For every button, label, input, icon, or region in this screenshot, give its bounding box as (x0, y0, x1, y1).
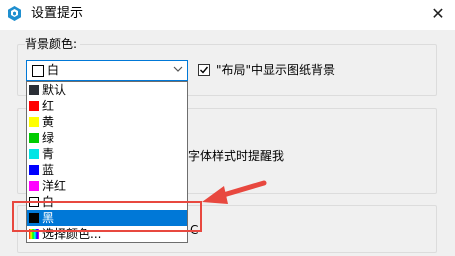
color-swatch (29, 117, 39, 127)
color-swatch (29, 181, 39, 191)
dropdown-item-blue[interactable]: 蓝 (27, 162, 187, 178)
dropdown-item-label: 青 (42, 147, 55, 161)
dropdown-item-label: 蓝 (42, 163, 55, 177)
dropdown-item-label: 红 (42, 99, 55, 113)
dropdown-item-label: 洋红 (42, 179, 67, 193)
window-title: 设置提示 (31, 6, 84, 21)
annotation-arrow-icon (198, 180, 268, 213)
title-bar: 设置提示 ✕ (0, 0, 455, 30)
close-icon[interactable]: ✕ (427, 3, 449, 25)
font-warning-option-text: 失字体样式时提醒我 (176, 149, 285, 163)
dropdown-item-cyan[interactable]: 青 (27, 146, 187, 162)
annotation-highlight-box (12, 201, 202, 232)
color-swatch (29, 101, 39, 111)
show-drawing-background-checkbox[interactable] (198, 64, 210, 76)
show-drawing-background-label: "布局"中显示图纸背景 (216, 63, 336, 77)
dropdown-item-yellow[interactable]: 黄 (27, 114, 187, 130)
dropdown-item-red[interactable]: 红 (27, 98, 187, 114)
dropdown-item-label: 黄 (42, 115, 55, 129)
selected-color-swatch (32, 65, 44, 77)
color-swatch (29, 85, 39, 95)
background-color-label: 背景颜色: (25, 36, 81, 52)
app-logo-icon (6, 5, 23, 22)
dropdown-item-green[interactable]: 绿 (27, 130, 187, 146)
dropdown-item-default[interactable]: 默认 (27, 82, 187, 98)
dropdown-item-label: 绿 (42, 131, 55, 145)
dropdown-item-magenta[interactable]: 洋红 (27, 178, 187, 194)
color-swatch (29, 149, 39, 159)
color-swatch (29, 133, 39, 143)
chevron-down-icon[interactable] (173, 63, 183, 79)
dropdown-item-label: 默认 (42, 83, 67, 97)
color-swatch (29, 165, 39, 175)
combobox-value: 白 (47, 63, 60, 77)
background-color-combobox[interactable]: 白 (26, 60, 188, 81)
settings-dialog: 设置提示 ✕ 背景颜色: 白 "布局"中显示图纸背景 失字体样式时提醒我 示 C… (0, 0, 455, 256)
